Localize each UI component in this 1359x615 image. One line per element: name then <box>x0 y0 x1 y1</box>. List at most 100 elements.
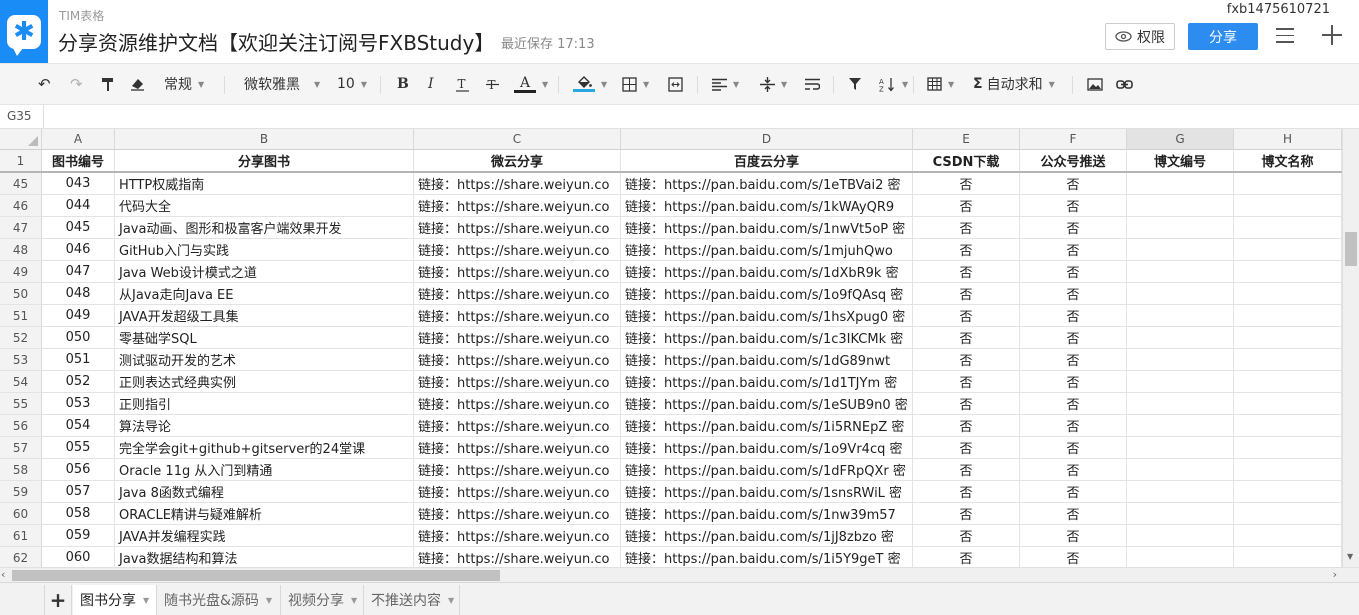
cell-book-id[interactable]: 054 <box>42 415 115 437</box>
permission-button[interactable]: 权限 <box>1105 23 1175 50</box>
new-document-plus-icon[interactable] <box>1322 25 1342 45</box>
sheet-tab[interactable]: 不推送内容 ▼ <box>364 585 460 615</box>
cell-weiyun-link[interactable]: 链接：https://share.weiyun.co <box>414 283 621 305</box>
cell-csdn-download[interactable]: 否 <box>913 393 1020 415</box>
cell-post-title[interactable] <box>1234 481 1342 503</box>
header-cell-post-title[interactable]: 博文名称 <box>1234 150 1342 172</box>
row-header[interactable]: 56 <box>0 415 42 437</box>
cell-baidu-link[interactable]: 链接：https://pan.baidu.com/s/1d1TJYm 密 <box>621 371 913 393</box>
cell-post-id[interactable] <box>1127 547 1234 567</box>
add-sheet-button[interactable]: + <box>44 585 72 615</box>
cell-book-id[interactable]: 052 <box>42 371 115 393</box>
cell-book-id[interactable]: 044 <box>42 195 115 217</box>
font-size-dropdown[interactable]: 10 ▼ <box>337 72 367 96</box>
cell-wechat-push[interactable]: 否 <box>1020 283 1127 305</box>
cell-baidu-link[interactable]: 链接：https://pan.baidu.com/s/1o9Vr4cq 密 <box>621 437 913 459</box>
cell-wechat-push[interactable]: 否 <box>1020 437 1127 459</box>
cell-post-id[interactable] <box>1127 393 1234 415</box>
row-header[interactable]: 60 <box>0 503 42 525</box>
cell-post-title[interactable] <box>1234 349 1342 371</box>
cell-book-title[interactable]: 正则指引 <box>115 393 414 415</box>
row-header[interactable]: 58 <box>0 459 42 481</box>
cell-csdn-download[interactable]: 否 <box>913 173 1020 195</box>
cell-weiyun-link[interactable]: 链接：https://share.weiyun.co <box>414 547 621 567</box>
cell-baidu-link[interactable]: 链接：https://pan.baidu.com/s/1dXbR9k 密 <box>621 261 913 283</box>
cell-post-title[interactable] <box>1234 283 1342 305</box>
cell-wechat-push[interactable]: 否 <box>1020 525 1127 547</box>
horizontal-scroll-thumb[interactable] <box>12 570 500 581</box>
italic-button[interactable]: I <box>428 72 434 96</box>
header-cell-book-id[interactable]: 图书编号 <box>42 150 115 172</box>
cell-csdn-download[interactable]: 否 <box>913 239 1020 261</box>
cell-weiyun-link[interactable]: 链接：https://share.weiyun.co <box>414 261 621 283</box>
bold-button[interactable]: B <box>397 72 409 96</box>
cell-book-id[interactable]: 053 <box>42 393 115 415</box>
row-header[interactable]: 54 <box>0 371 42 393</box>
cell-csdn-download[interactable]: 否 <box>913 459 1020 481</box>
row-header[interactable]: 50 <box>0 283 42 305</box>
sheet-tab[interactable]: 随书光盘&源码 ▼ <box>157 585 281 615</box>
cell-baidu-link[interactable]: 链接：https://pan.baidu.com/s/1c3IKCMk 密 <box>621 327 913 349</box>
horizontal-scrollbar[interactable]: ‹ › <box>0 567 1359 582</box>
header-cell-wechat-push[interactable]: 公众号推送 <box>1020 150 1127 172</box>
cell-wechat-push[interactable]: 否 <box>1020 305 1127 327</box>
cell-book-id[interactable]: 043 <box>42 173 115 195</box>
column-header-g[interactable]: G <box>1127 129 1234 150</box>
cell-weiyun-link[interactable]: 链接：https://share.weiyun.co <box>414 173 621 195</box>
cell-post-title[interactable] <box>1234 261 1342 283</box>
header-cell-baidu-link[interactable]: 百度云分享 <box>621 150 913 172</box>
cell-post-title[interactable] <box>1234 525 1342 547</box>
fill-color-button[interactable]: ▼ <box>573 72 607 96</box>
cell-wechat-push[interactable]: 否 <box>1020 393 1127 415</box>
underline-button[interactable]: T <box>456 72 469 96</box>
sheet-tab[interactable]: 视频分享 ▼ <box>281 585 364 615</box>
cell-post-title[interactable] <box>1234 547 1342 567</box>
cell-post-id[interactable] <box>1127 261 1234 283</box>
column-header-f[interactable]: F <box>1020 129 1127 150</box>
cell-wechat-push[interactable]: 否 <box>1020 547 1127 567</box>
cell-wechat-push[interactable]: 否 <box>1020 173 1127 195</box>
cell-weiyun-link[interactable]: 链接：https://share.weiyun.co <box>414 305 621 327</box>
cell-csdn-download[interactable]: 否 <box>913 503 1020 525</box>
cell-csdn-download[interactable]: 否 <box>913 349 1020 371</box>
cell-baidu-link[interactable]: 链接：https://pan.baidu.com/s/1mjuhQwo <box>621 239 913 261</box>
cell-baidu-link[interactable]: 链接：https://pan.baidu.com/s/1nwVt5oP 密 <box>621 217 913 239</box>
cell-weiyun-link[interactable]: 链接：https://share.weiyun.co <box>414 217 621 239</box>
cell-post-id[interactable] <box>1127 283 1234 305</box>
cell-post-id[interactable] <box>1127 195 1234 217</box>
horizontal-align-button[interactable]: ▼ <box>712 72 739 96</box>
cell-weiyun-link[interactable]: 链接：https://share.weiyun.co <box>414 393 621 415</box>
cell-book-title[interactable]: GitHub入门与实践 <box>115 239 414 261</box>
row-header[interactable]: 1 <box>0 150 42 172</box>
cell-baidu-link[interactable]: 链接：https://pan.baidu.com/s/1dFRpQXr 密 <box>621 459 913 481</box>
cell-book-id[interactable]: 059 <box>42 525 115 547</box>
redo-icon[interactable]: ↷ <box>70 72 83 96</box>
borders-button[interactable]: ▼ <box>622 72 649 96</box>
cell-baidu-link[interactable]: 链接：https://pan.baidu.com/s/1eTBVai2 密 <box>621 173 913 195</box>
row-header[interactable]: 46 <box>0 195 42 217</box>
cell-csdn-download[interactable]: 否 <box>913 283 1020 305</box>
column-header-d[interactable]: D <box>621 129 913 150</box>
cell-post-id[interactable] <box>1127 239 1234 261</box>
chevron-down-icon[interactable]: ▼ <box>266 596 272 605</box>
cell-book-id[interactable]: 046 <box>42 239 115 261</box>
cell-post-title[interactable] <box>1234 327 1342 349</box>
cell-weiyun-link[interactable]: 链接：https://share.weiyun.co <box>414 371 621 393</box>
cell-post-id[interactable] <box>1127 503 1234 525</box>
cell-csdn-download[interactable]: 否 <box>913 481 1020 503</box>
cell-book-title[interactable]: 测试驱动开发的艺术 <box>115 349 414 371</box>
cell-book-title[interactable]: Java 8函数式编程 <box>115 481 414 503</box>
cell-csdn-download[interactable]: 否 <box>913 371 1020 393</box>
cell-book-title[interactable]: 完全学会git+github+gitserver的24堂课 <box>115 437 414 459</box>
cell-wechat-push[interactable]: 否 <box>1020 195 1127 217</box>
tim-logo[interactable]: ✱ <box>0 0 48 63</box>
cell-baidu-link[interactable]: 链接：https://pan.baidu.com/s/1i5Y9geT 密 <box>621 547 913 567</box>
cell-post-title[interactable] <box>1234 195 1342 217</box>
cell-weiyun-link[interactable]: 链接：https://share.weiyun.co <box>414 327 621 349</box>
cell-post-title[interactable] <box>1234 305 1342 327</box>
row-header[interactable]: 49 <box>0 261 42 283</box>
vertical-scrollbar[interactable]: ▼ <box>1342 129 1359 567</box>
table-style-button[interactable]: ▼ <box>927 72 954 96</box>
row-header[interactable]: 47 <box>0 217 42 239</box>
cell-book-title[interactable]: 算法导论 <box>115 415 414 437</box>
